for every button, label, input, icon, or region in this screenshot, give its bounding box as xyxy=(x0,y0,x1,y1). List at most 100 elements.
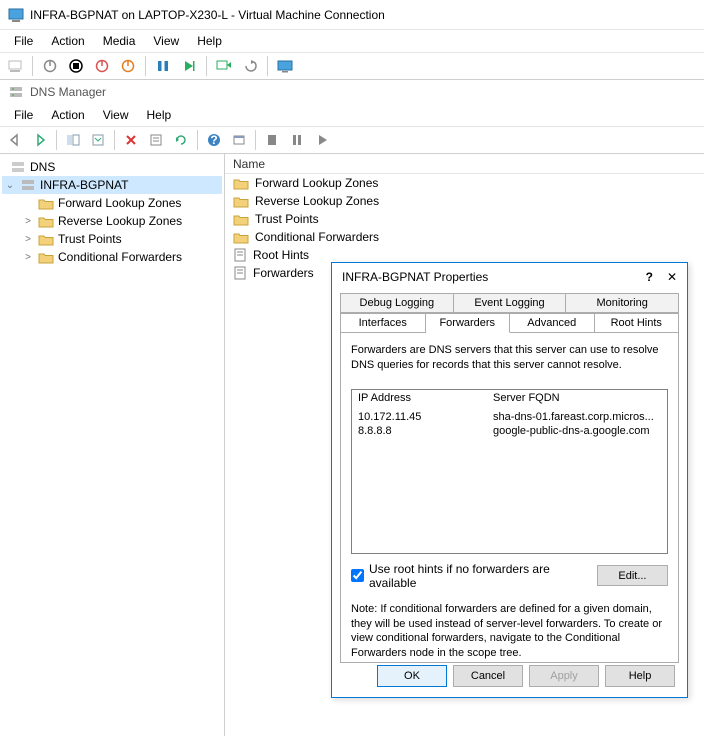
folder-icon xyxy=(233,177,249,190)
list-item[interactable]: Forward Lookup Zones xyxy=(225,174,704,192)
mmc-menu-help[interactable]: Help xyxy=(139,106,180,124)
use-root-hints-checkbox-label[interactable]: Use root hints if no forwarders are avai… xyxy=(351,562,597,590)
properties-icon[interactable] xyxy=(145,129,167,151)
list-pane: Name Forward Lookup Zones Reverse Lookup … xyxy=(225,154,704,736)
twisty-icon[interactable]: > xyxy=(22,234,34,245)
forward-icon[interactable] xyxy=(29,129,51,151)
tab-event-logging[interactable]: Event Logging xyxy=(454,293,567,313)
enhanced-session-icon[interactable] xyxy=(274,55,296,77)
twisty-icon[interactable]: ⌄ xyxy=(4,180,16,191)
help-button[interactable]: Help xyxy=(605,665,675,687)
refresh-icon[interactable] xyxy=(170,129,192,151)
list-item[interactable]: Trust Points xyxy=(225,210,704,228)
new-window-icon[interactable] xyxy=(228,129,250,151)
tab-monitoring[interactable]: Monitoring xyxy=(566,293,679,313)
list-item[interactable]: Reverse Lookup Zones xyxy=(225,192,704,210)
tab-advanced[interactable]: Advanced xyxy=(510,313,595,333)
save-icon[interactable] xyxy=(117,55,139,77)
tree-root-dns[interactable]: DNS xyxy=(2,158,222,176)
tree-server[interactable]: ⌄ INFRA-BGPNAT xyxy=(2,176,222,194)
tree-node-label: Reverse Lookup Zones xyxy=(58,214,182,228)
start-icon[interactable] xyxy=(39,55,61,77)
svg-text:?: ? xyxy=(210,133,217,147)
folder-icon xyxy=(233,195,249,208)
help-icon[interactable]: ? xyxy=(203,129,225,151)
export-list-icon[interactable] xyxy=(87,129,109,151)
vm-menu-action[interactable]: Action xyxy=(43,32,92,50)
mmc-toolbar: ? xyxy=(0,126,704,154)
vm-menu-view[interactable]: View xyxy=(145,32,187,50)
dns-manager-icon xyxy=(8,84,24,100)
tree-node[interactable]: > Trust Points xyxy=(2,230,222,248)
reset-icon[interactable] xyxy=(178,55,200,77)
cell-ip: 10.172.11.45 xyxy=(352,410,487,424)
vm-icon xyxy=(8,7,24,23)
mmc-menubar: File Action View Help xyxy=(0,104,704,126)
delete-icon[interactable] xyxy=(120,129,142,151)
dialog-titlebar: INFRA-BGPNAT Properties ? ✕ xyxy=(332,263,687,291)
pause-icon[interactable] xyxy=(152,55,174,77)
dns-root-icon xyxy=(10,160,26,174)
folder-icon xyxy=(38,197,54,210)
dialog-close-icon[interactable]: ✕ xyxy=(667,270,677,284)
list-item[interactable]: Conditional Forwarders xyxy=(225,228,704,246)
grid-header-fqdn[interactable]: Server FQDN xyxy=(487,390,667,410)
grid-row[interactable]: 8.8.8.8google-public-dns-a.google.com xyxy=(352,424,667,438)
use-root-hints-checkbox[interactable] xyxy=(351,569,364,582)
tree-node[interactable]: > Reverse Lookup Zones xyxy=(2,212,222,230)
checkpoint-icon[interactable] xyxy=(213,55,235,77)
page-icon xyxy=(233,266,247,280)
tab-interfaces[interactable]: Interfaces xyxy=(340,313,426,333)
list-item-label: Conditional Forwarders xyxy=(255,230,379,244)
apply-button[interactable]: Apply xyxy=(529,665,599,687)
cell-fqdn: sha-dns-01.fareast.corp.micros... xyxy=(487,410,667,424)
twisty-icon[interactable]: > xyxy=(22,216,34,227)
forwarders-note: Note: If conditional forwarders are defi… xyxy=(351,602,668,661)
folder-icon xyxy=(38,215,54,228)
pause2-icon[interactable] xyxy=(286,129,308,151)
tab-body: Forwarders are DNS servers that this ser… xyxy=(340,333,679,663)
folder-icon xyxy=(233,231,249,244)
tab-debug-logging[interactable]: Debug Logging xyxy=(340,293,454,313)
stop-icon[interactable] xyxy=(261,129,283,151)
vm-title: INFRA-BGPNAT on LAPTOP-X230-L - Virtual … xyxy=(30,8,385,22)
edit-button[interactable]: Edit... xyxy=(597,565,668,586)
mmc-menu-file[interactable]: File xyxy=(6,106,41,124)
folder-icon xyxy=(38,233,54,246)
tree-node[interactable]: Forward Lookup Zones xyxy=(2,194,222,212)
dialog-help-icon[interactable]: ? xyxy=(646,270,653,284)
vm-menu-file[interactable]: File xyxy=(6,32,41,50)
shutdown-icon[interactable] xyxy=(91,55,113,77)
vm-titlebar: INFRA-BGPNAT on LAPTOP-X230-L - Virtual … xyxy=(0,0,704,30)
vm-menu-media[interactable]: Media xyxy=(95,32,144,50)
turnoff-icon[interactable] xyxy=(65,55,87,77)
grid-row[interactable]: 10.172.11.45sha-dns-01.fareast.corp.micr… xyxy=(352,410,667,424)
tab-root-hints[interactable]: Root Hints xyxy=(595,313,680,333)
cell-ip: 8.8.8.8 xyxy=(352,424,487,438)
list-item-label: Forwarders xyxy=(253,266,314,280)
cancel-button[interactable]: Cancel xyxy=(453,665,523,687)
mmc-menu-view[interactable]: View xyxy=(95,106,137,124)
tree-node-label: Forward Lookup Zones xyxy=(58,196,181,210)
back-icon[interactable] xyxy=(4,129,26,151)
list-item-label: Reverse Lookup Zones xyxy=(255,194,379,208)
mmc-title-row: DNS Manager xyxy=(0,80,704,104)
grid-header-ip[interactable]: IP Address xyxy=(352,390,487,410)
mmc-menu-action[interactable]: Action xyxy=(43,106,92,124)
list-header-name[interactable]: Name xyxy=(225,154,704,174)
vm-toolbar xyxy=(0,52,704,80)
twisty-icon[interactable]: > xyxy=(22,252,34,263)
mmc-title: DNS Manager xyxy=(30,85,106,99)
revert-icon[interactable] xyxy=(239,55,261,77)
forwarders-grid: IP Address Server FQDN 10.172.11.45sha-d… xyxy=(351,389,668,554)
show-hide-tree-icon[interactable] xyxy=(62,129,84,151)
list-item-label: Root Hints xyxy=(253,248,309,262)
folder-icon xyxy=(233,213,249,226)
vm-menu-help[interactable]: Help xyxy=(189,32,230,50)
ok-button[interactable]: OK xyxy=(377,665,447,687)
tree-node[interactable]: >Conditional Forwarders xyxy=(2,248,222,266)
play-icon[interactable] xyxy=(311,129,333,151)
tab-forwarders[interactable]: Forwarders xyxy=(426,313,511,333)
tree-node-label: Trust Points xyxy=(58,232,122,246)
ctrl-alt-del-icon[interactable] xyxy=(4,55,26,77)
